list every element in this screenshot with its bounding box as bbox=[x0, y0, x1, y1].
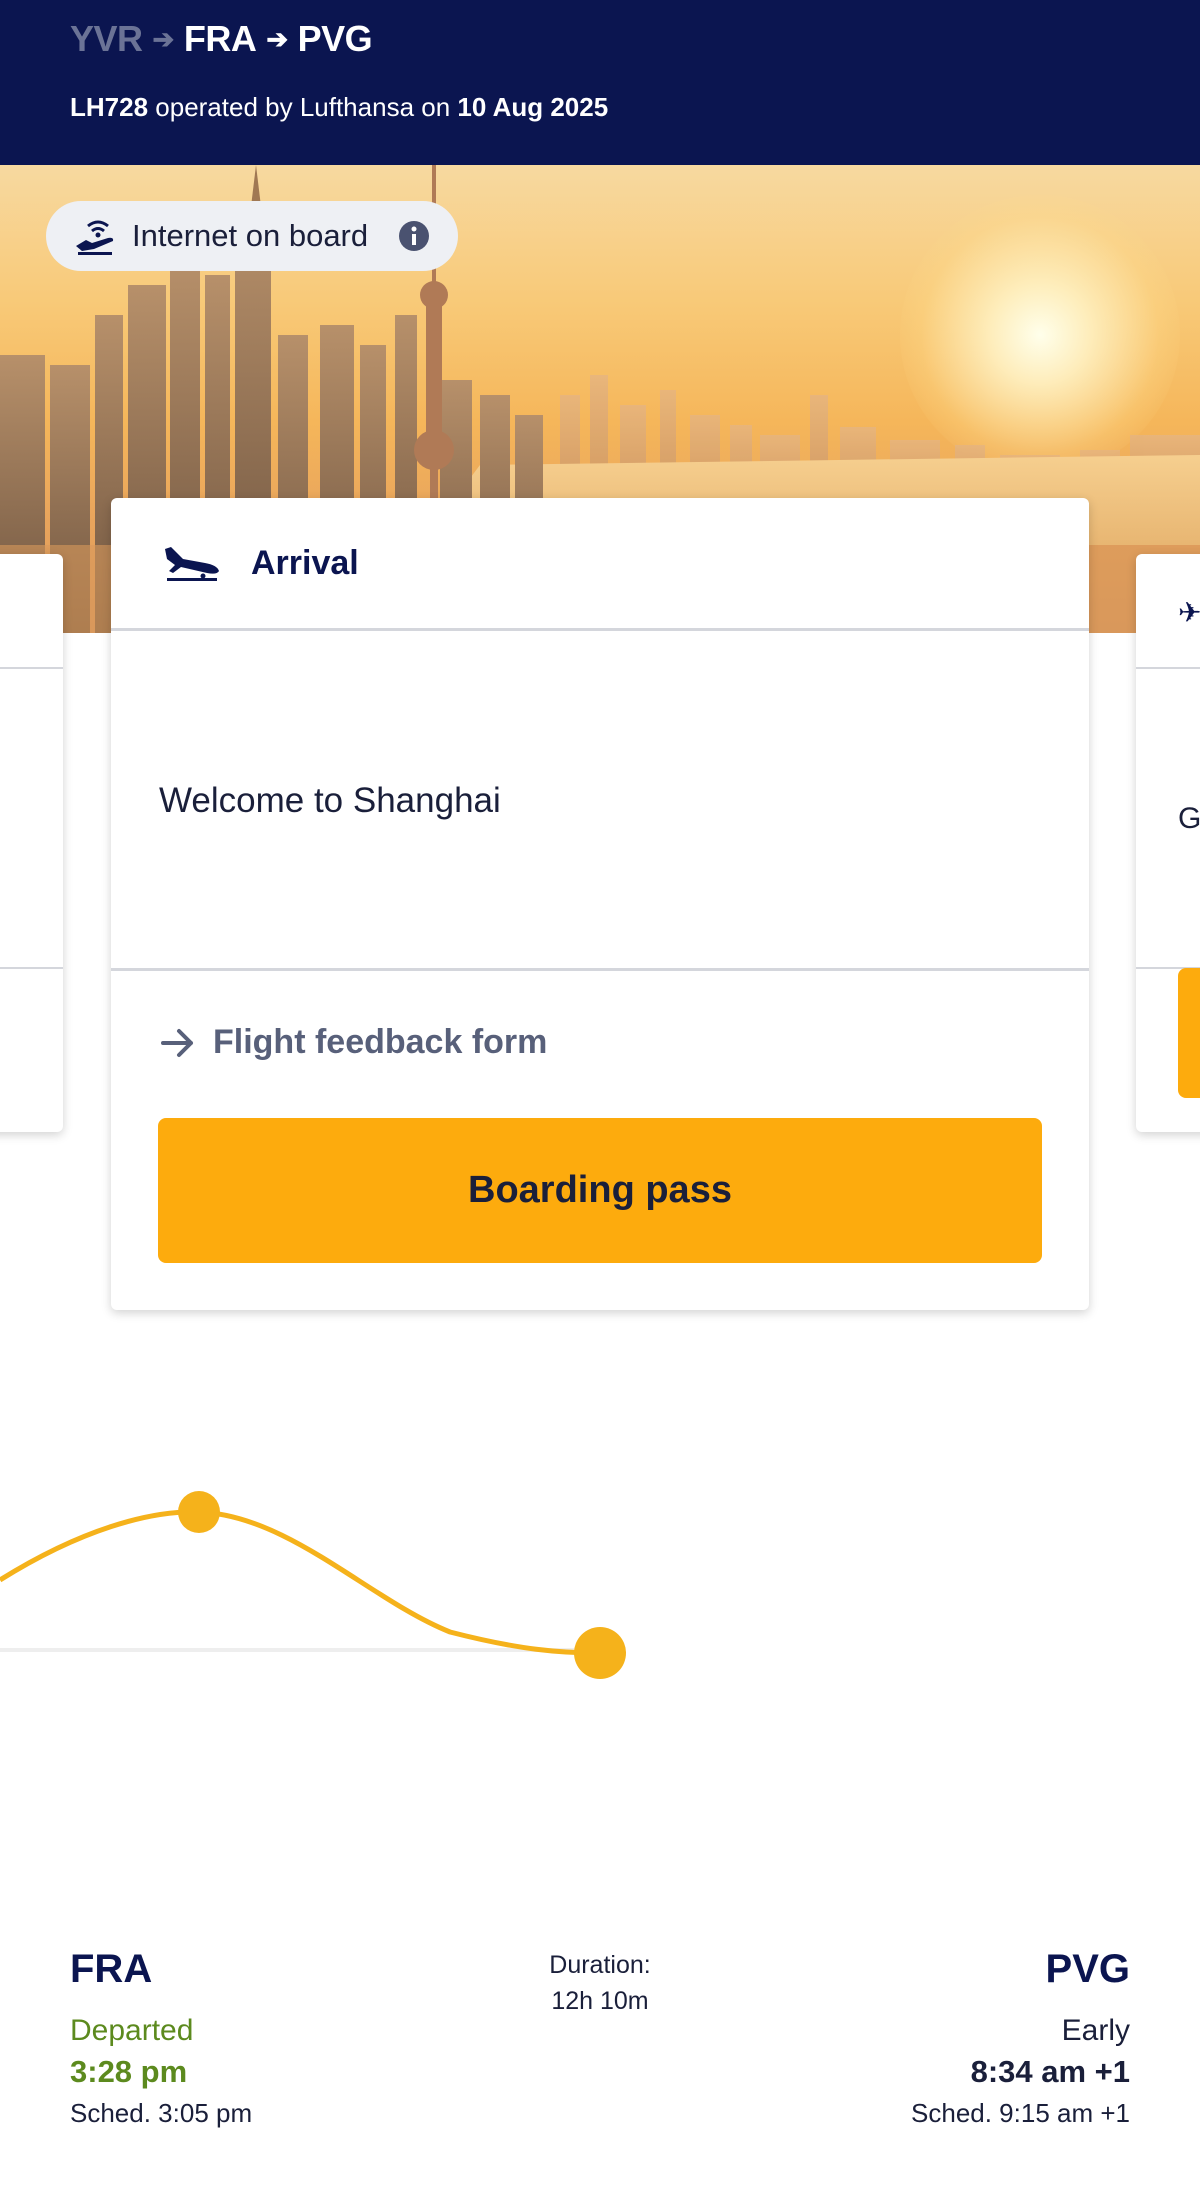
destination-status: Early bbox=[1061, 2014, 1130, 2047]
welcome-message: Welcome to Shanghai bbox=[159, 781, 501, 820]
flight-path bbox=[0, 1509, 601, 1656]
origin-status: Departed bbox=[70, 2014, 194, 2047]
arrow-right-icon bbox=[161, 1028, 193, 1057]
card-divider bbox=[0, 967, 63, 969]
origin-scheduled-time: Sched. 3:05 pm bbox=[70, 2098, 253, 2128]
card-divider bbox=[111, 628, 1089, 631]
route-destination: PVG bbox=[297, 18, 373, 59]
destination-actual-time: 8:34 am +1 bbox=[970, 2054, 1130, 2089]
internet-on-board-label: Internet on board bbox=[132, 218, 369, 253]
plane-landing-icon bbox=[165, 547, 219, 581]
flight-info: LH728 operated by Lufthansa on 10 Aug 20… bbox=[70, 92, 608, 123]
destination-marker bbox=[574, 1627, 626, 1679]
flight-status-page: YVR ➔ FRA ➔ PVG LH728 operated by Luftha… bbox=[0, 0, 1200, 2201]
flight-date: 10 Aug 2025 bbox=[457, 92, 609, 122]
flight-progress-curve bbox=[0, 1491, 626, 1679]
origin-code: FRA bbox=[70, 1947, 153, 1991]
destination-code: PVG bbox=[1045, 1947, 1130, 1991]
route-via: FRA bbox=[183, 18, 257, 59]
destination-summary: PVG Early 8:34 am +1 Sched. 9:15 am +1 bbox=[911, 1947, 1130, 2129]
flight-duration: Duration: 12h 10m bbox=[500, 1947, 700, 2019]
card-title: Arrival bbox=[251, 543, 359, 582]
next-card-text: G bbox=[1178, 802, 1200, 835]
origin-summary: FRA Departed 3:28 pm Sched. 3:05 pm bbox=[70, 1947, 252, 2129]
flight-summary: FRA Departed 3:28 pm Sched. 3:05 pm Dura… bbox=[0, 1930, 1200, 2201]
next-segment-card[interactable]: ✈ G bbox=[1136, 554, 1200, 1132]
wifi-plane-icon bbox=[76, 220, 114, 255]
card-divider bbox=[1136, 667, 1200, 669]
flight-feedback-label: Flight feedback form bbox=[213, 1023, 548, 1061]
flight-feedback-link[interactable]: Flight feedback form bbox=[161, 1023, 547, 1062]
plane-icon: ✈ bbox=[1178, 597, 1200, 628]
route-arrow-icon: ➔ bbox=[152, 23, 175, 54]
internet-on-board-button[interactable]: Internet on board bbox=[46, 201, 458, 271]
boarding-pass-button[interactable]: Boarding pass bbox=[158, 1118, 1042, 1263]
arrival-card: Arrival Welcome to Shanghai Flight feedb… bbox=[111, 498, 1089, 1310]
previous-segment-card[interactable] bbox=[0, 554, 63, 1132]
destination-scheduled-time: Sched. 9:15 am +1 bbox=[911, 2098, 1130, 2128]
operated-by-text: operated by Lufthansa on bbox=[148, 92, 458, 122]
arrival-card-header: Arrival bbox=[111, 498, 1089, 628]
origin-actual-time: 3:28 pm bbox=[70, 2054, 188, 2089]
duration-value: 12h 10m bbox=[551, 1987, 649, 2015]
route-breadcrumb: YVR ➔ FRA ➔ PVG bbox=[70, 18, 373, 60]
route-origin: YVR bbox=[70, 18, 143, 59]
card-divider bbox=[0, 667, 63, 669]
aircraft-position-marker bbox=[178, 1491, 220, 1533]
next-card-button[interactable] bbox=[1178, 968, 1200, 1098]
duration-label: Duration: bbox=[549, 1951, 651, 1979]
flight-header: YVR ➔ FRA ➔ PVG LH728 operated by Luftha… bbox=[0, 0, 1200, 165]
info-icon[interactable] bbox=[398, 220, 430, 252]
card-divider bbox=[111, 968, 1089, 971]
flight-number: LH728 bbox=[70, 92, 149, 122]
route-arrow-icon: ➔ bbox=[266, 23, 288, 54]
